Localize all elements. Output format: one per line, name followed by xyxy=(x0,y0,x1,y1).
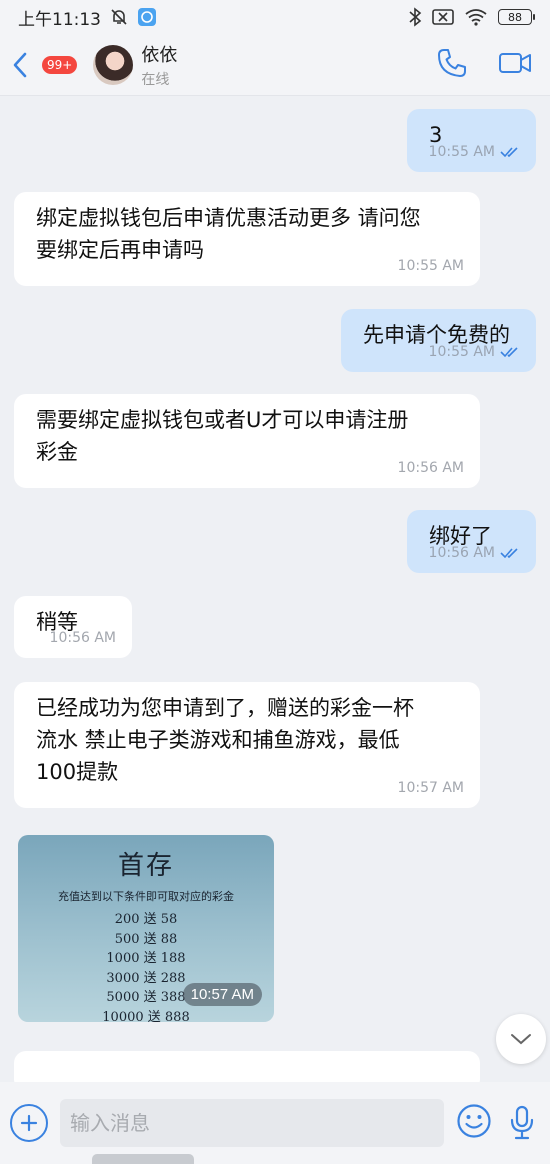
input-bar xyxy=(0,1082,550,1164)
double-check-icon xyxy=(500,147,518,158)
promo-tier: 1000 送 188 xyxy=(106,951,186,966)
microphone-icon xyxy=(510,1105,534,1140)
status-bar: 上午11:13 88 xyxy=(0,0,550,34)
promo-tier: 500 送 88 xyxy=(114,931,178,947)
message-list[interactable]: 3 10:55 AM 绑定虚拟钱包后申请优惠活动更多 请问您 要绑定后再申请吗 … xyxy=(0,96,550,1082)
mute-bell-icon xyxy=(109,7,129,27)
smiley-icon xyxy=(457,1104,491,1138)
promo-subtitle: 充值达到以下条件即可取对应的彩金 xyxy=(58,890,234,903)
presence-status: 在线 xyxy=(141,71,170,88)
message-bubble-outgoing[interactable]: 3 10:55 AM xyxy=(407,109,536,172)
message-meta: 10:55 AM xyxy=(429,336,520,368)
scroll-to-bottom-button[interactable] xyxy=(496,1014,546,1064)
attach-button[interactable] xyxy=(10,1104,48,1142)
message-meta: 10:56 AM xyxy=(398,452,464,484)
message-bubble-incoming[interactable]: 需要绑定虚拟钱包或者U才可以申请注册 彩金 10:56 AM xyxy=(14,394,480,488)
message-input-wrapper xyxy=(60,1099,444,1147)
message-bubble-incoming[interactable] xyxy=(14,1051,480,1082)
home-indicator xyxy=(92,1154,194,1164)
message-bubble-outgoing[interactable]: 绑好了 10:56 AM xyxy=(407,510,536,573)
no-sim-icon xyxy=(432,8,454,26)
message-meta: 10:55 AM xyxy=(429,136,520,168)
voice-input-button[interactable] xyxy=(504,1105,540,1141)
message-bubble-outgoing[interactable]: 先申请个免费的 10:55 AM xyxy=(341,309,536,372)
chevron-down-icon xyxy=(511,1034,531,1045)
phone-icon xyxy=(438,48,466,77)
message-time: 10:55 AM xyxy=(428,344,495,360)
message-meta: 10:55 AM xyxy=(398,250,464,282)
promo-title: 首存 xyxy=(117,851,174,881)
wifi-icon xyxy=(464,8,488,26)
message-time: 10:55 AM xyxy=(428,144,495,160)
voice-call-button[interactable] xyxy=(436,47,468,83)
chat-header: 99+ 依依 在线 xyxy=(0,34,550,96)
message-bubble-incoming[interactable]: 稍等 10:56 AM xyxy=(14,596,132,658)
video-camera-icon xyxy=(499,52,531,73)
message-bubble-incoming[interactable]: 已经成功为您申请到了，赠送的彩金一杯 流水 禁止电子类游戏和捕鱼游戏，最低 10… xyxy=(14,682,480,808)
message-time: 10:55 AM xyxy=(397,258,464,274)
back-button[interactable] xyxy=(12,50,34,80)
message-input[interactable] xyxy=(70,1111,434,1135)
avatar[interactable] xyxy=(93,44,134,85)
promo-tier: 200 送 58 xyxy=(114,912,178,927)
message-time: 10:57 AM xyxy=(397,780,464,796)
message-meta: 10:57 AM xyxy=(398,772,464,804)
double-check-icon xyxy=(500,548,518,559)
message-meta: 10:56 AM xyxy=(50,622,116,654)
contact-name: 依依 xyxy=(141,44,178,66)
contact-info[interactable]: 依依 在线 xyxy=(141,41,177,89)
plus-icon xyxy=(20,1114,38,1132)
app-notification-icon xyxy=(137,7,157,27)
message-time: 10:56 AM xyxy=(428,545,495,561)
video-call-button[interactable] xyxy=(498,50,532,80)
promo-tier: 10000 送 888 xyxy=(102,1009,190,1023)
double-check-icon xyxy=(500,347,518,358)
unread-badge: 99+ xyxy=(42,55,78,74)
message-bubble-incoming[interactable]: 绑定虚拟钱包后申请优惠活动更多 请问您 要绑定后再申请吗 10:55 AM xyxy=(14,192,480,286)
message-time: 10:56 AM xyxy=(397,460,464,476)
message-time: 10:56 AM xyxy=(49,630,116,646)
message-meta: 10:56 AM xyxy=(429,537,520,569)
battery-indicator: 88 xyxy=(498,9,535,25)
message-time: 10:57 AM xyxy=(182,983,262,1006)
promo-image-message[interactable]: 首存 充值达到以下条件即可取对应的彩金 200 送 58 500 送 88 10… xyxy=(18,835,274,1022)
chevron-left-icon xyxy=(13,52,27,77)
emoji-button[interactable] xyxy=(456,1103,492,1143)
bluetooth-icon xyxy=(408,7,422,27)
status-time: 上午11:13 xyxy=(18,9,101,30)
